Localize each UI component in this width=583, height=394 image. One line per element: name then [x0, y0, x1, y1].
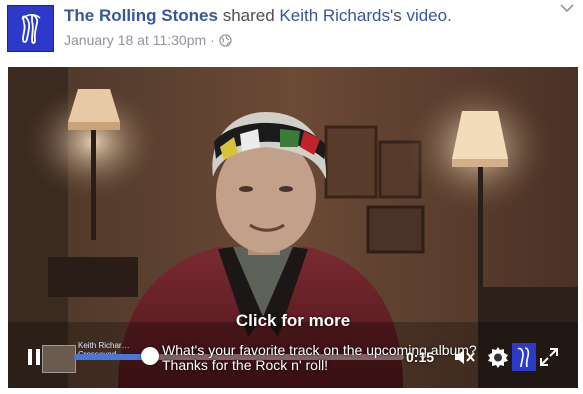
- mute-icon[interactable]: [454, 349, 476, 365]
- video-link[interactable]: video.: [406, 6, 451, 25]
- action-text: shared: [222, 6, 275, 25]
- elapsed-time: 0:15: [406, 349, 435, 365]
- thumbnail-preview: [42, 345, 76, 373]
- settings-gear-icon[interactable]: [486, 345, 510, 369]
- page-name-link[interactable]: The Rolling Stones: [64, 6, 218, 25]
- post-header: The Rolling Stones shared Keith Richards…: [0, 0, 583, 62]
- post-date[interactable]: January 18 at 11:30pm: [64, 32, 206, 48]
- shared-from-link[interactable]: Keith Richards: [279, 6, 390, 25]
- video-controls: Keith Richar… Crosseyed… What's your fav…: [8, 337, 578, 377]
- progress-scrubber[interactable]: [140, 347, 159, 365]
- chevron-down-icon[interactable]: [559, 2, 575, 14]
- pause-icon-bar: [36, 349, 40, 365]
- meta-separator: ·: [210, 32, 215, 48]
- page-avatar[interactable]: [7, 5, 54, 52]
- possessive-text: 's: [389, 6, 402, 25]
- thumbnail-label-line1: Keith Richar…: [78, 341, 130, 350]
- rolling-stones-tongue-icon: [20, 13, 41, 44]
- post-meta: January 18 at 11:30pm ·: [64, 32, 232, 48]
- fullscreen-icon[interactable]: [539, 347, 559, 367]
- rolling-stones-tongue-icon[interactable]: [512, 343, 536, 371]
- click-for-more-overlay[interactable]: Click for more: [8, 311, 578, 331]
- post-headline: The Rolling Stones shared Keith Richards…: [64, 6, 452, 26]
- globe-icon[interactable]: [219, 33, 232, 47]
- pause-button[interactable]: [28, 349, 42, 365]
- video-player[interactable]: Click for more Keith Richar… Crosseyed… …: [8, 67, 578, 388]
- pause-icon: [28, 349, 32, 365]
- progress-fill: [74, 354, 150, 360]
